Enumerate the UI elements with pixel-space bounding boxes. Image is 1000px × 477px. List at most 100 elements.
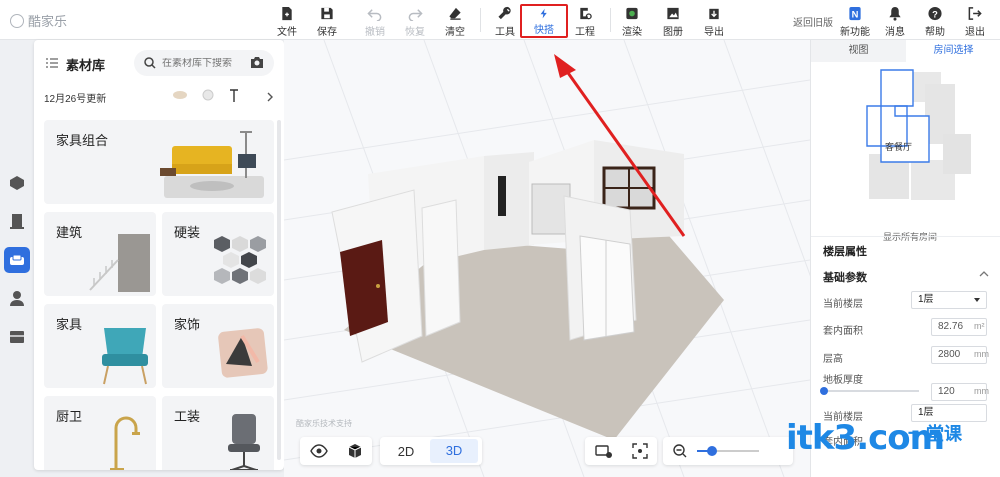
view-mode-toggle: 2D 3D (380, 437, 482, 465)
material-search-input[interactable] (162, 57, 247, 69)
door-icon (10, 214, 24, 229)
partition-wall[interactable] (421, 199, 461, 337)
tab-view[interactable]: 视图 (811, 40, 906, 62)
white-double-door[interactable] (579, 235, 635, 341)
zoom-slider[interactable] (697, 444, 759, 458)
update-thumbnails (172, 88, 240, 102)
chevron-up-icon[interactable] (979, 270, 989, 278)
logout-label: 退出 (965, 27, 985, 38)
category-commercial[interactable]: 工装 (162, 396, 274, 470)
new-features-button[interactable]: N 新功能 (838, 4, 872, 38)
category-furniture-set[interactable]: 家具组合 (44, 120, 274, 204)
clear-label: 清空 (445, 27, 465, 38)
category-hard-decor[interactable]: 硬装 (162, 212, 274, 296)
redo-button[interactable]: 恢复 (398, 4, 432, 38)
nav-floorplan[interactable] (4, 170, 30, 196)
eye-icon[interactable] (309, 444, 328, 458)
room-label: 客餐厅 (885, 142, 913, 152)
focus-icon[interactable] (631, 443, 648, 459)
bowl-icon[interactable] (172, 89, 188, 101)
floor-height-value: 2800 (938, 349, 961, 360)
sphere-lamp-icon[interactable] (202, 89, 214, 101)
nav-build[interactable] (4, 208, 30, 234)
slab-slider-handle[interactable] (820, 387, 828, 395)
help-icon: ? (928, 6, 942, 21)
view-3d-button[interactable]: 3D (430, 439, 478, 463)
logout-icon (968, 7, 982, 20)
messages-label: 消息 (885, 27, 905, 38)
category-architecture[interactable]: 建筑 (44, 212, 156, 296)
cabinet-icon (10, 331, 24, 343)
current-floor-select[interactable]: 1层 (911, 291, 987, 309)
clear-button[interactable]: 清空 (438, 4, 472, 38)
help-button[interactable]: ? 帮助 (918, 4, 952, 38)
window-slim[interactable] (498, 176, 506, 216)
quick-build-button[interactable]: 快搭 (520, 4, 568, 38)
export-icon (709, 8, 719, 20)
box-icon[interactable] (347, 443, 363, 459)
list-icon (46, 58, 58, 68)
logout-button[interactable]: 退出 (958, 4, 992, 38)
nav-store[interactable] (4, 324, 30, 350)
slab-thickness-slider[interactable] (820, 387, 919, 395)
room-minimap[interactable]: 客餐厅 显示所有房间 (815, 64, 997, 242)
messages-button[interactable]: 消息 (878, 4, 912, 38)
category-kitchen-bath[interactable]: 厨卫 (44, 396, 156, 470)
category-home-decor[interactable]: 家饰 (162, 304, 274, 388)
category-label: 建筑 (56, 225, 83, 240)
itk3-brand: itk3 (786, 418, 857, 458)
inner-area-label: 套内面积 (823, 326, 863, 337)
camera-icon[interactable] (250, 56, 264, 69)
left-category-nav (0, 40, 34, 477)
panel-scrollbar[interactable] (277, 120, 281, 460)
undo-label: 撤销 (365, 27, 385, 38)
category-furniture[interactable]: 家具 (44, 304, 156, 388)
floor-properties-title: 楼层属性 (823, 246, 867, 258)
3d-scene[interactable] (284, 40, 810, 477)
tab-room-select[interactable]: 房间选择 (906, 40, 1000, 62)
file-button[interactable]: 文件 (270, 4, 304, 38)
project-button[interactable]: 工程 (568, 4, 602, 38)
undo-button[interactable]: 撤销 (358, 4, 392, 38)
panel-header: 素材库 (34, 48, 284, 78)
export-button[interactable]: 导出 (697, 4, 731, 38)
nav-my[interactable] (4, 285, 30, 311)
update-notice[interactable]: 12月26号更新 (44, 90, 106, 105)
3d-viewport[interactable]: 酷家乐技术支持 (284, 40, 810, 477)
new-features-label: 新功能 (840, 27, 870, 38)
category-label: 家具组合 (56, 133, 109, 148)
nav-material-library[interactable] (4, 247, 30, 273)
zoom-out-icon[interactable] (673, 444, 687, 458)
zoom-toolbar (663, 437, 793, 465)
slab-thickness-label: 地板厚度 (823, 375, 863, 386)
redo-label: 恢复 (405, 27, 425, 38)
category-label: 家具 (56, 317, 83, 332)
arrow-head-icon (554, 54, 576, 78)
floor-height-unit: mm (974, 349, 989, 359)
album-button[interactable]: 图册 (656, 4, 690, 38)
floor-lamp-icon[interactable] (228, 88, 240, 102)
user-icon (10, 291, 24, 306)
material-search-box[interactable] (134, 50, 274, 76)
quick-build-label: 快搭 (534, 25, 554, 36)
slab-thickness-unit: mm (974, 386, 989, 396)
current-floor-value-2: 1层 (918, 407, 934, 418)
render-button[interactable]: 渲染 (615, 4, 649, 38)
return-old-version-link[interactable]: 返回旧版 (793, 14, 833, 29)
camera-settings-icon[interactable] (594, 443, 613, 459)
zoom-slider-handle[interactable] (707, 446, 717, 456)
bell-icon (889, 6, 901, 21)
project-icon (580, 7, 592, 20)
tools-button[interactable]: 工具 (488, 4, 522, 38)
door-handle-icon (376, 284, 380, 288)
chevron-right-icon[interactable] (266, 92, 274, 102)
current-floor-value: 1层 (918, 294, 934, 305)
camera-toolbar (585, 437, 657, 465)
app-logo[interactable]: 酷家乐 (10, 11, 67, 30)
wooden-door[interactable] (340, 240, 388, 336)
view-2d-button[interactable]: 2D (382, 444, 430, 459)
section-divider (811, 236, 1000, 237)
save-button[interactable]: 保存 (310, 4, 344, 38)
category-label: 厨卫 (56, 409, 83, 424)
new-badge-icon: N (849, 6, 861, 21)
